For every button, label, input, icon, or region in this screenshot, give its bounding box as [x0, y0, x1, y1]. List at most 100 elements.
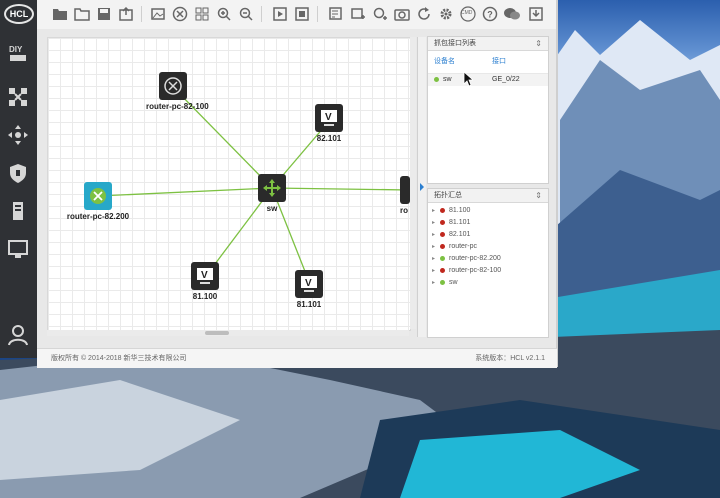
play-icon[interactable] — [271, 5, 289, 23]
status-dot — [440, 207, 445, 213]
router-icon — [159, 72, 187, 100]
caret-icon: ▸ — [432, 268, 436, 274]
network-port-icon[interactable] — [4, 236, 32, 262]
tree-item-82-101[interactable]: ▸ 82.101 — [428, 229, 548, 241]
row-interface: GE_0/22 — [492, 76, 520, 83]
tree-item-router-pc[interactable]: ▸ router-pc — [428, 241, 548, 253]
fit-view-icon[interactable] — [171, 5, 189, 23]
open-folder-icon[interactable] — [73, 5, 91, 23]
tree-item-sw[interactable]: ▸ sw — [428, 277, 548, 289]
caret-icon: ▸ — [432, 244, 436, 250]
cmd-label: CMD — [461, 10, 473, 16]
save-icon[interactable] — [95, 5, 113, 23]
router-icon — [400, 176, 410, 204]
version-text: 系统版本：HCL v2.1.1 — [475, 355, 545, 362]
node-81-101[interactable]: V 81.101 — [294, 270, 324, 309]
pc-icon: V — [191, 262, 219, 290]
topology-canvas[interactable]: router-pc-82-100 V 82.101 router-pc-82.2… — [47, 37, 411, 331]
pc-icon: V — [295, 270, 323, 298]
status-dot — [434, 76, 439, 82]
status-dot — [440, 231, 445, 237]
cmd-icon[interactable]: CMD — [459, 5, 477, 23]
summary-tree: ▸ 81.100 ▸ 81.101 ▸ 82.101 ▸ router-pc ▸ rout… — [428, 203, 548, 289]
tree-item-router-pc-82-200[interactable]: ▸ router-pc-82.200 — [428, 253, 548, 265]
zoom-in-icon[interactable] — [215, 5, 233, 23]
panel-header: 拓扑汇总 ⇕ — [428, 189, 548, 203]
image-icon[interactable] — [149, 5, 167, 23]
node-sw[interactable]: sw — [258, 174, 286, 213]
status-dot — [440, 219, 445, 225]
panel-header: 抓包接口列表 ⇕ — [428, 37, 548, 51]
node-82-101[interactable]: V 82.101 — [314, 104, 344, 143]
main-toolbar: CMD ? — [37, 0, 557, 30]
node-label: router-pc-82-100 — [146, 102, 209, 111]
switch-icon — [258, 174, 286, 202]
svg-text:V: V — [305, 278, 312, 289]
caret-icon: ▸ — [432, 208, 436, 214]
add-note-icon[interactable] — [327, 5, 345, 23]
tree-item-81-100[interactable]: ▸ 81.100 — [428, 205, 548, 217]
table-row[interactable]: sw GE_0/22 — [428, 74, 548, 86]
topology-icon[interactable] — [4, 84, 32, 110]
svg-text:DIY: DIY — [9, 45, 23, 54]
canvas-horizontal-scrollbar[interactable] — [47, 330, 409, 336]
caret-icon: ▸ — [432, 232, 436, 238]
tree-item-81-101[interactable]: ▸ 81.101 — [428, 217, 548, 229]
status-dot — [440, 255, 445, 261]
zoom-out-icon[interactable] — [237, 5, 255, 23]
status-dot — [440, 279, 445, 285]
node-label: router-pc-82.200 — [66, 212, 130, 221]
grid-icon[interactable] — [193, 5, 211, 23]
svg-text:V: V — [201, 270, 208, 281]
node-label: 81.101 — [296, 300, 322, 309]
diy-icon[interactable]: DIY — [4, 40, 32, 66]
download-icon[interactable] — [527, 5, 545, 23]
node-router-pc-82-100[interactable]: router-pc-82-100 — [146, 72, 209, 111]
table-header: 设备名 接口 — [428, 51, 548, 74]
pc-icon: V — [315, 104, 343, 132]
node-81-100[interactable]: V 81.100 — [190, 262, 220, 301]
stop-icon[interactable] — [293, 5, 311, 23]
link-sw-router-pc — [271, 187, 410, 191]
node-label: 81.100 — [192, 292, 218, 301]
svg-text:V: V — [325, 112, 332, 123]
panel-toggle-icon[interactable]: ⇕ — [535, 37, 542, 50]
snapshot-icon[interactable] — [393, 5, 411, 23]
help-icon[interactable]: ? — [481, 5, 499, 23]
server-icon[interactable] — [4, 198, 32, 224]
node-label: 82.101 — [316, 134, 342, 143]
panel-toggle-icon[interactable]: ⇕ — [535, 189, 542, 202]
collapse-arrow-icon[interactable] — [420, 183, 424, 191]
move-icon[interactable] — [4, 122, 32, 148]
user-icon[interactable] — [4, 322, 32, 348]
new-folder-icon[interactable] — [51, 5, 69, 23]
scrollbar-thumb[interactable] — [205, 331, 229, 335]
mouse-cursor-icon — [463, 71, 473, 87]
shield-icon[interactable] — [4, 160, 32, 186]
column-device: 设备名 — [434, 58, 455, 65]
add-rect-icon[interactable] — [349, 5, 367, 23]
node-router-pc-82-200[interactable]: router-pc-82.200 — [66, 182, 130, 221]
panel-splitter[interactable] — [417, 37, 426, 337]
canvas-vertical-scrollbar[interactable] — [410, 37, 416, 329]
caret-icon: ▸ — [432, 220, 436, 226]
refresh-icon[interactable] — [415, 5, 433, 23]
capture-interface-panel: 抓包接口列表 ⇕ 设备名 接口 sw GE_0/22 — [427, 36, 549, 184]
copyright-text: 版权所有 © 2014-2018 新华三技术有限公司 — [51, 355, 187, 362]
panel-title: 拓扑汇总 — [434, 192, 462, 199]
row-device: sw — [443, 76, 452, 83]
settings-icon[interactable] — [437, 5, 455, 23]
chat-icon[interactable] — [503, 5, 521, 23]
status-dot — [440, 243, 445, 249]
status-bar: 版权所有 © 2014-2018 新华三技术有限公司 系统版本：HCL v2.1… — [37, 348, 557, 368]
panel-title: 抓包接口列表 — [434, 40, 476, 47]
topology-summary-panel: 拓扑汇总 ⇕ ▸ 81.100 ▸ 81.101 ▸ 82.101 ▸ router-p… — [427, 188, 549, 338]
column-interface: 接口 — [492, 58, 506, 65]
caret-icon: ▸ — [432, 256, 436, 262]
export-icon[interactable] — [117, 5, 135, 23]
add-circle-icon[interactable] — [371, 5, 389, 23]
hcl-logo: HCL — [4, 4, 34, 24]
tree-item-router-pc-82-100[interactable]: ▸ router-pc-82-100 — [428, 265, 548, 277]
workspace: router-pc-82-100 V 82.101 router-pc-82.2… — [37, 29, 557, 367]
window-edge — [556, 0, 558, 367]
